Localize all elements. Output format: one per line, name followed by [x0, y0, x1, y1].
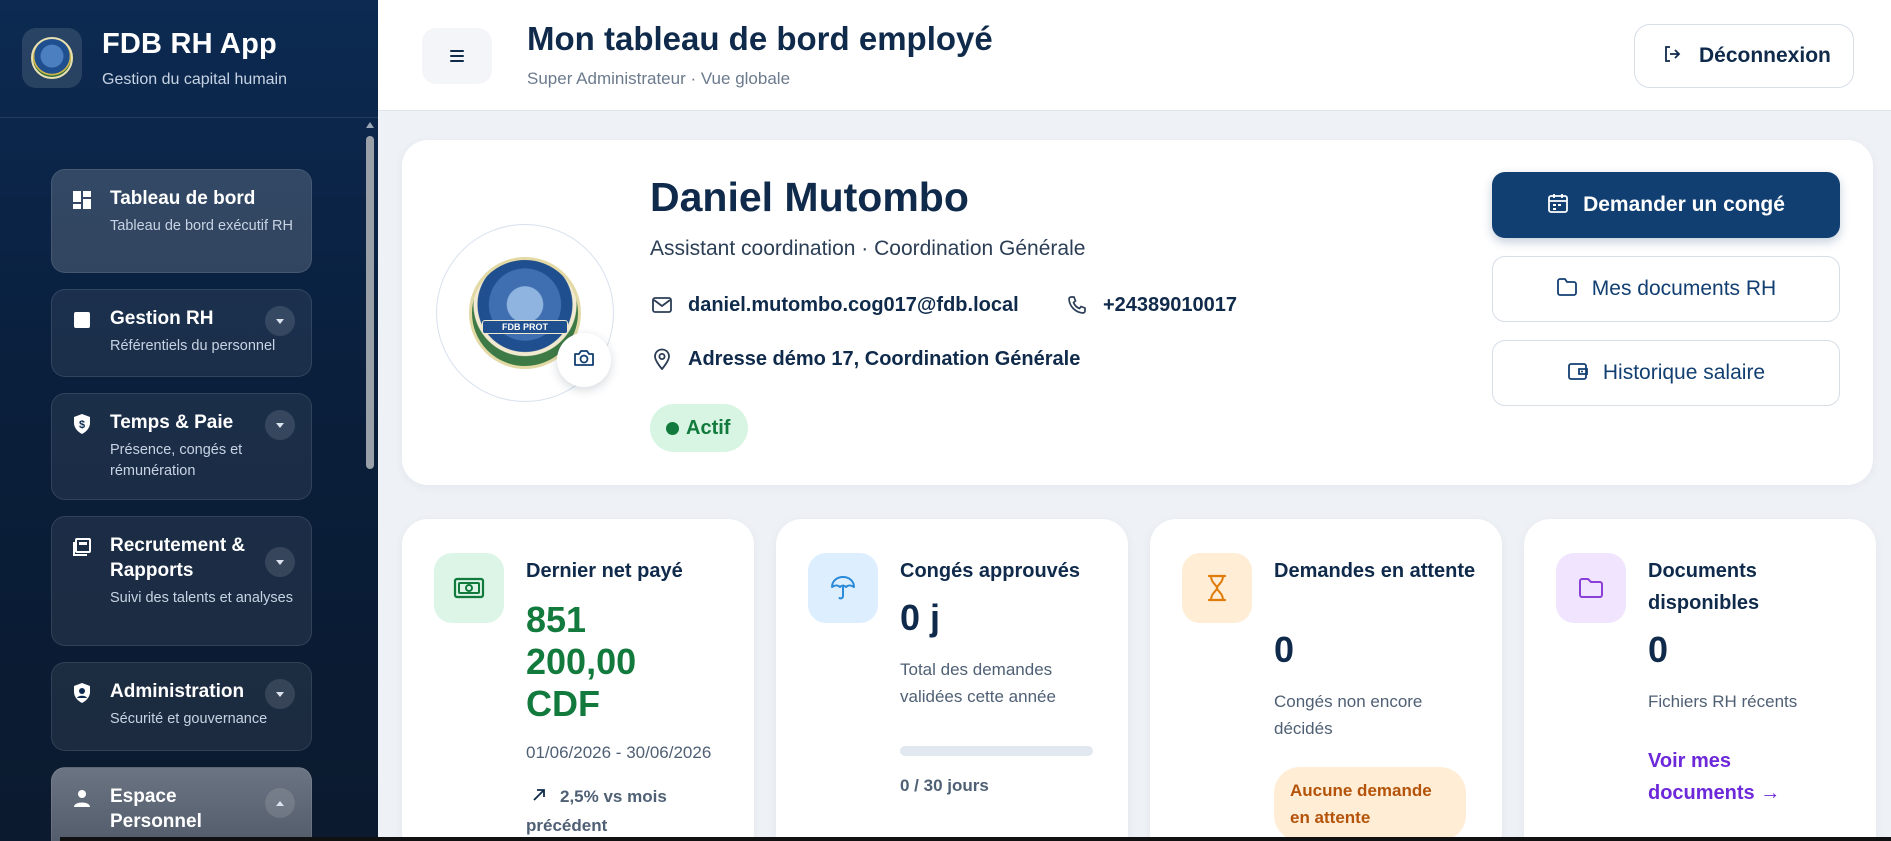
sidebar-item-desc: Sécurité et gouvernance [110, 711, 268, 727]
sidebar-item-desc: Présence, congés et rémunération [110, 442, 243, 479]
phone-icon [1065, 293, 1089, 317]
seal-icon [31, 37, 73, 79]
stat-card-pending-requests: Demandes en attente 0 Congés non encore … [1150, 519, 1502, 841]
sidebar-item-desc: Référentiels du personnel [110, 338, 276, 354]
mail-icon [650, 293, 674, 317]
employee-name: Daniel Mutombo [650, 174, 969, 220]
change-photo-button[interactable] [557, 333, 611, 387]
hourglass-icon [1182, 553, 1252, 623]
sidebar-item-gestion-rh[interactable]: Gestion RH Référentiels du personnel [51, 289, 312, 377]
my-documents-label: Mes documents RH [1591, 277, 1777, 300]
page-title: Mon tableau de bord employé [527, 20, 993, 57]
stat-desc: Fichiers RH récents [1648, 692, 1798, 711]
location-pin-icon [650, 347, 674, 371]
sidebar-item-temps-paie[interactable]: $ Temps & Paie Présence, congés et rémun… [51, 393, 312, 500]
bottom-edge [60, 837, 1891, 841]
phone-contact[interactable]: +24389010017 [1065, 293, 1237, 317]
logout-icon [1663, 45, 1681, 68]
sidebar-scrollbar[interactable] [366, 122, 374, 837]
svg-text:$: $ [79, 419, 85, 431]
square-icon [72, 310, 92, 330]
employee-role: Assistant coordination · Coordination Gé… [650, 237, 1086, 260]
stat-card-documents: Documents disponibles 0 Fichiers RH réce… [1524, 519, 1876, 841]
stat-desc: Total des demandes validées cette année [900, 660, 1056, 706]
stat-title: Documents disponibles [1648, 560, 1760, 614]
employee-phone: +24389010017 [1103, 293, 1238, 316]
money-shield-icon: $ [72, 414, 92, 434]
scroll-up-arrow-icon[interactable] [366, 122, 374, 128]
report-icon [72, 537, 92, 557]
salary-history-label: Historique salaire [1602, 361, 1766, 384]
logout-button[interactable]: Déconnexion [1634, 24, 1854, 88]
chevron-up-icon[interactable] [265, 788, 295, 818]
avatar-badge-text: FDB PROT [482, 320, 568, 334]
pending-status-pill: Aucune demande en attente [1274, 767, 1466, 841]
stat-card-approved-leave: Congés approuvés 0 j Total des demandes … [776, 519, 1128, 841]
sidebar-item-desc: Suivi des talents et analyses [110, 590, 293, 606]
stat-value: 851 200,00 CDF [526, 599, 637, 724]
stat-trend-text: 2,5% vs mois précédent [526, 787, 667, 835]
sidebar-item-tableau-de-bord[interactable]: Tableau de bord Tableau de bord exécutif… [51, 169, 312, 273]
profile-card: FDB PROT Daniel Mutombo Assistant coordi… [402, 140, 1873, 485]
request-leave-button[interactable]: Demander un congé [1492, 172, 1840, 238]
scroll-thumb[interactable] [366, 136, 374, 469]
stat-value: 0 [1274, 629, 1295, 670]
sidebar-item-title: Tableau de bord [110, 188, 256, 209]
logout-label: Déconnexion [1699, 44, 1831, 67]
sidebar-item-administration[interactable]: Administration Sécurité et gouvernance [51, 662, 312, 751]
salary-history-button[interactable]: Historique salaire [1492, 340, 1840, 406]
brand: FDB RH App Gestion du capital humain [0, 0, 378, 118]
folder-icon [1556, 277, 1578, 302]
dashboard-icon [72, 190, 92, 210]
chevron-down-icon[interactable] [265, 410, 295, 440]
wallet-icon [1567, 361, 1589, 386]
view-documents-link[interactable]: Voir mes documents → [1648, 745, 1808, 809]
leave-progress-label: 0 / 30 jours [900, 776, 989, 795]
page-subtitle: Super Administrateur · Vue globale [527, 69, 791, 88]
stat-card-net-pay: Dernier net payé 851 200,00 CDF 01/06/20… [402, 519, 754, 841]
admin-shield-icon [72, 683, 92, 703]
email-contact[interactable]: daniel.mutombo.cog017@fdb.local [650, 293, 1019, 317]
address-contact: Adresse démo 17, Coordination Générale [650, 347, 1080, 371]
brand-text: FDB RH App Gestion du capital humain [102, 28, 287, 89]
brand-logo[interactable] [22, 28, 82, 88]
leave-progress-bar [900, 746, 1093, 756]
stat-trend: 2,5% vs mois précédent [526, 782, 726, 840]
banknote-icon [434, 553, 504, 623]
chevron-down-icon[interactable] [265, 547, 295, 577]
sidebar-item-recrutement-rapports[interactable]: Recrutement & Rapports Suivi des talents… [51, 516, 312, 646]
stat-title: Demandes en attente [1274, 560, 1476, 582]
hamburger-icon [450, 50, 464, 52]
chevron-down-icon[interactable] [265, 306, 295, 336]
stat-value: 0 [1648, 629, 1669, 670]
status-label: Actif [686, 416, 731, 439]
stat-title: Dernier net payé [526, 560, 683, 582]
sidebar-item-desc: Tableau de bord exécutif RH [110, 218, 293, 234]
status-badge: Actif [650, 404, 749, 452]
stat-period: 01/06/2026 - 30/06/2026 [526, 743, 712, 762]
top-header: Mon tableau de bord employé Super Admini… [378, 0, 1891, 111]
chevron-down-icon[interactable] [265, 679, 295, 709]
stat-value: 0 j [900, 597, 941, 638]
my-documents-button[interactable]: Mes documents RH [1492, 256, 1840, 322]
sidebar-item-title: Espace Personnel [110, 786, 202, 832]
employee-email: daniel.mutombo.cog017@fdb.local [688, 293, 1019, 316]
calendar-icon [1547, 192, 1569, 219]
camera-icon [573, 348, 595, 373]
sidebar: FDB RH App Gestion du capital humain Tab… [0, 0, 378, 841]
request-leave-label: Demander un congé [1583, 193, 1785, 216]
trend-up-arrow-icon [532, 782, 546, 811]
stat-title: Congés approuvés [900, 560, 1081, 582]
menu-toggle-button[interactable] [422, 28, 492, 84]
brand-subtitle: Gestion du capital humain [102, 71, 287, 88]
umbrella-icon [808, 553, 878, 623]
employee-address: Adresse démo 17, Coordination Générale [688, 347, 1081, 370]
stat-desc: Congés non encore décidés [1274, 692, 1423, 738]
sidebar-item-espace-personnel[interactable]: Espace Personnel [51, 767, 312, 841]
person-icon [72, 788, 92, 808]
folder-icon [1556, 553, 1626, 623]
brand-title: FDB RH App [102, 28, 277, 60]
status-dot-icon [666, 421, 679, 435]
